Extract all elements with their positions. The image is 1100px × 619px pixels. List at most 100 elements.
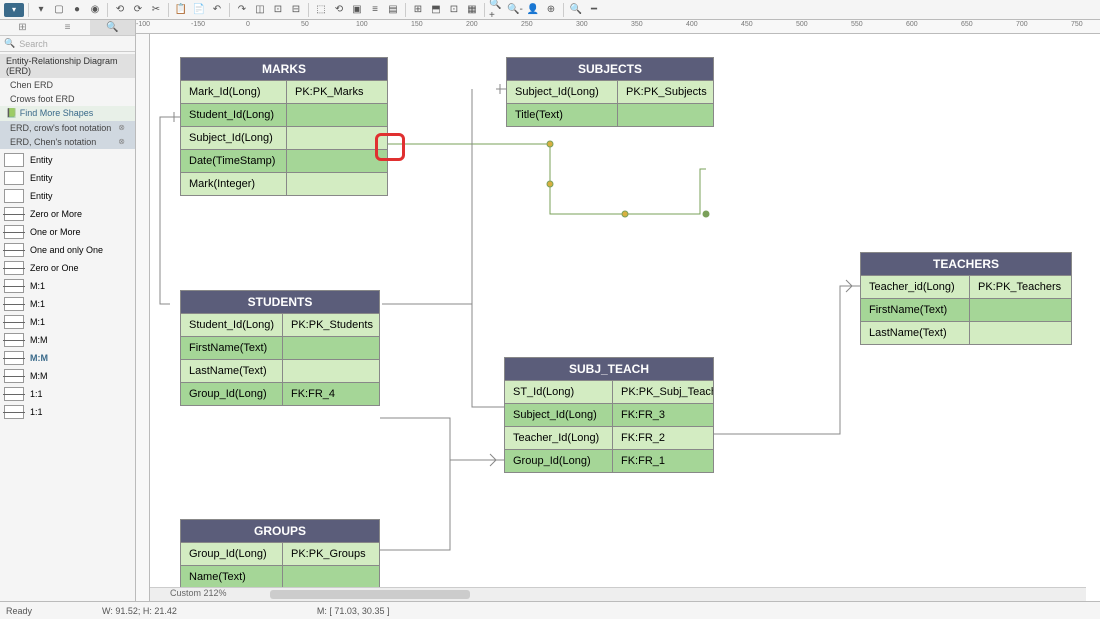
search-icon: 🔍 (4, 38, 15, 49)
entity-header: TEACHERS (861, 253, 1071, 275)
shape-one-or-more[interactable]: One or More (0, 223, 135, 241)
entity-row[interactable]: Subject_Id(Long) (181, 126, 387, 149)
shape-m:1[interactable]: M:1 (0, 277, 135, 295)
toolbar-btn-21[interactable]: ⊡ (446, 2, 462, 18)
entity-teachers[interactable]: TEACHERSTeacher_id(Long)PK:PK_TeachersFi… (860, 252, 1072, 345)
toolbar-btn-3[interactable]: ◉ (87, 2, 103, 18)
sidebar-tab-search[interactable]: 🔍 (90, 20, 135, 35)
shape-1:1[interactable]: 1:1 (0, 403, 135, 421)
entity-row[interactable]: Teacher_Id(Long)FK:FR_2 (505, 426, 713, 449)
shape-m:m[interactable]: M:M (0, 331, 135, 349)
entity-row[interactable]: Group_Id(Long)FK:FR_1 (505, 449, 713, 472)
toolbar-btn-28[interactable]: ━ (586, 2, 602, 18)
entity-row[interactable]: Mark_Id(Long)PK:PK_Marks (181, 80, 387, 103)
toolbar-btn-16[interactable]: ▣ (349, 2, 365, 18)
toolbar-btn-2[interactable]: ● (69, 2, 85, 18)
status-bar: Ready W: 91.52; H: 21.42 M: [ 71.03, 30.… (0, 601, 1100, 619)
toolbar-btn-5[interactable]: ⟳ (130, 2, 146, 18)
shape-m:1[interactable]: M:1 (0, 295, 135, 313)
tree-header[interactable]: Entity-Relationship Diagram (ERD) (0, 54, 135, 78)
shape-entity[interactable]: Entity (0, 151, 135, 169)
lib-crows-foot[interactable]: ERD, crow's foot notation⊗ (0, 121, 135, 135)
toolbar-btn-6[interactable]: ✂ (148, 2, 164, 18)
entity-row[interactable]: Student_Id(Long)PK:PK_Students (181, 313, 379, 336)
toolbar-btn-18[interactable]: ▤ (385, 2, 401, 18)
status-wh: W: 91.52; H: 21.42 (102, 606, 177, 616)
close-icon[interactable]: ⊗ (118, 123, 125, 132)
shape-entity[interactable]: Entity (0, 169, 135, 187)
entity-header: STUDENTS (181, 291, 379, 313)
zoom-label: Custom 212% (170, 588, 227, 598)
sidebar-tab-grid[interactable]: ⊞ (0, 20, 45, 35)
close-icon[interactable]: ⊗ (118, 137, 125, 146)
entity-row[interactable]: Subject_Id(Long)FK:FR_3 (505, 403, 713, 426)
tree-item-chen[interactable]: Chen ERD (0, 78, 135, 92)
entity-row[interactable]: Title(Text) (507, 103, 713, 126)
shape-zero-or-more[interactable]: Zero or More (0, 205, 135, 223)
entity-header: MARKS (181, 58, 387, 80)
entity-row[interactable]: LastName(Text) (861, 321, 1071, 344)
entity-row[interactable]: Student_Id(Long) (181, 103, 387, 126)
toolbar-btn-4[interactable]: ⟲ (112, 2, 128, 18)
shape-m:m[interactable]: M:M (0, 349, 135, 367)
entity-row[interactable]: LastName(Text) (181, 359, 379, 382)
main-toolbar: ▾ ▾▢●◉⟲⟳✂📋📄↶↷◫⊡⊟⬚⟲▣≡▤⊞⬒⊡▦🔍+🔍-👤⊕🔍━ (0, 0, 1100, 20)
entity-row[interactable]: Subject_Id(Long)PK:PK_Subjects (507, 80, 713, 103)
toolbar-btn-10[interactable]: ↷ (234, 2, 250, 18)
toolbar-btn-19[interactable]: ⊞ (410, 2, 426, 18)
toolbar-btn-23[interactable]: 🔍+ (489, 2, 505, 18)
scrollbar-thumb[interactable] (270, 590, 470, 599)
toolbar-btn-20[interactable]: ⬒ (428, 2, 444, 18)
entity-subj_teach[interactable]: SUBJ_TEACHST_Id(Long)PK:PK_Subj_TeachSub… (504, 357, 714, 473)
shape-1:1[interactable]: 1:1 (0, 385, 135, 403)
shape-one-and-only-one[interactable]: One and only One (0, 241, 135, 259)
toolbar-btn-24[interactable]: 🔍- (507, 2, 523, 18)
shape-zero-or-one[interactable]: Zero or One (0, 259, 135, 277)
entity-subjects[interactable]: SUBJECTSSubject_Id(Long)PK:PK_SubjectsTi… (506, 57, 714, 127)
entity-row[interactable]: Mark(Integer) (181, 172, 387, 195)
entity-row[interactable]: Name(Text) (181, 565, 379, 588)
entity-row[interactable]: Teacher_id(Long)PK:PK_Teachers (861, 275, 1071, 298)
tree-item-crows[interactable]: Crows foot ERD (0, 92, 135, 106)
sidebar: ⊞ ≡ 🔍 🔍 Search Entity-Relationship Diagr… (0, 20, 136, 601)
toolbar-btn-9[interactable]: ↶ (209, 2, 225, 18)
entity-row[interactable]: Group_Id(Long)PK:PK_Groups (181, 542, 379, 565)
entity-row[interactable]: FirstName(Text) (181, 336, 379, 359)
horizontal-scrollbar[interactable]: Custom 212% (150, 587, 1086, 601)
entity-row[interactable]: FirstName(Text) (861, 298, 1071, 321)
sidebar-tab-list[interactable]: ≡ (45, 20, 90, 35)
canvas[interactable]: MARKSMark_Id(Long)PK:PK_MarksStudent_Id(… (150, 34, 1100, 601)
lib-chen[interactable]: ERD, Chen's notation⊗ (0, 135, 135, 149)
entity-header: GROUPS (181, 520, 379, 542)
entity-row[interactable]: Date(TimeStamp) (181, 149, 387, 172)
entity-marks[interactable]: MARKSMark_Id(Long)PK:PK_MarksStudent_Id(… (180, 57, 388, 196)
horizontal-ruler: -100-15005010015020025030035040045050055… (136, 20, 1100, 34)
find-more-shapes[interactable]: 📗 Find More Shapes (0, 106, 135, 121)
toolbar-btn-13[interactable]: ⊟ (288, 2, 304, 18)
toolbar-btn-15[interactable]: ⟲ (331, 2, 347, 18)
toolbar-btn-22[interactable]: ▦ (464, 2, 480, 18)
shape-m:m[interactable]: M:M (0, 367, 135, 385)
entity-row[interactable]: ST_Id(Long)PK:PK_Subj_Teach (505, 380, 713, 403)
toolbar-btn-26[interactable]: ⊕ (543, 2, 559, 18)
search-box[interactable]: 🔍 Search (0, 36, 135, 52)
entity-row[interactable]: Group_Id(Long)FK:FR_4 (181, 382, 379, 405)
toolbar-btn-11[interactable]: ◫ (252, 2, 268, 18)
toolbar-btn-25[interactable]: 👤 (525, 2, 541, 18)
entity-groups[interactable]: GROUPSGroup_Id(Long)PK:PK_GroupsName(Tex… (180, 519, 380, 589)
shape-entity[interactable]: Entity (0, 187, 135, 205)
shape-m:1[interactable]: M:1 (0, 313, 135, 331)
status-ready: Ready (6, 606, 32, 616)
toolbar-btn-1[interactable]: ▢ (51, 2, 67, 18)
toolbar-btn-7[interactable]: 📋 (173, 2, 189, 18)
toolbar-btn-8[interactable]: 📄 (191, 2, 207, 18)
entity-students[interactable]: STUDENTSStudent_Id(Long)PK:PK_StudentsFi… (180, 290, 380, 406)
toolbar-btn-14[interactable]: ⬚ (313, 2, 329, 18)
entity-header: SUBJ_TEACH (505, 358, 713, 380)
toolbar-btn-0[interactable]: ▾ (33, 2, 49, 18)
toolbar-btn-27[interactable]: 🔍 (568, 2, 584, 18)
toolbar-dropdown[interactable]: ▾ (4, 3, 24, 17)
toolbar-btn-17[interactable]: ≡ (367, 2, 383, 18)
toolbar-btn-12[interactable]: ⊡ (270, 2, 286, 18)
highlight-marker (375, 133, 405, 161)
